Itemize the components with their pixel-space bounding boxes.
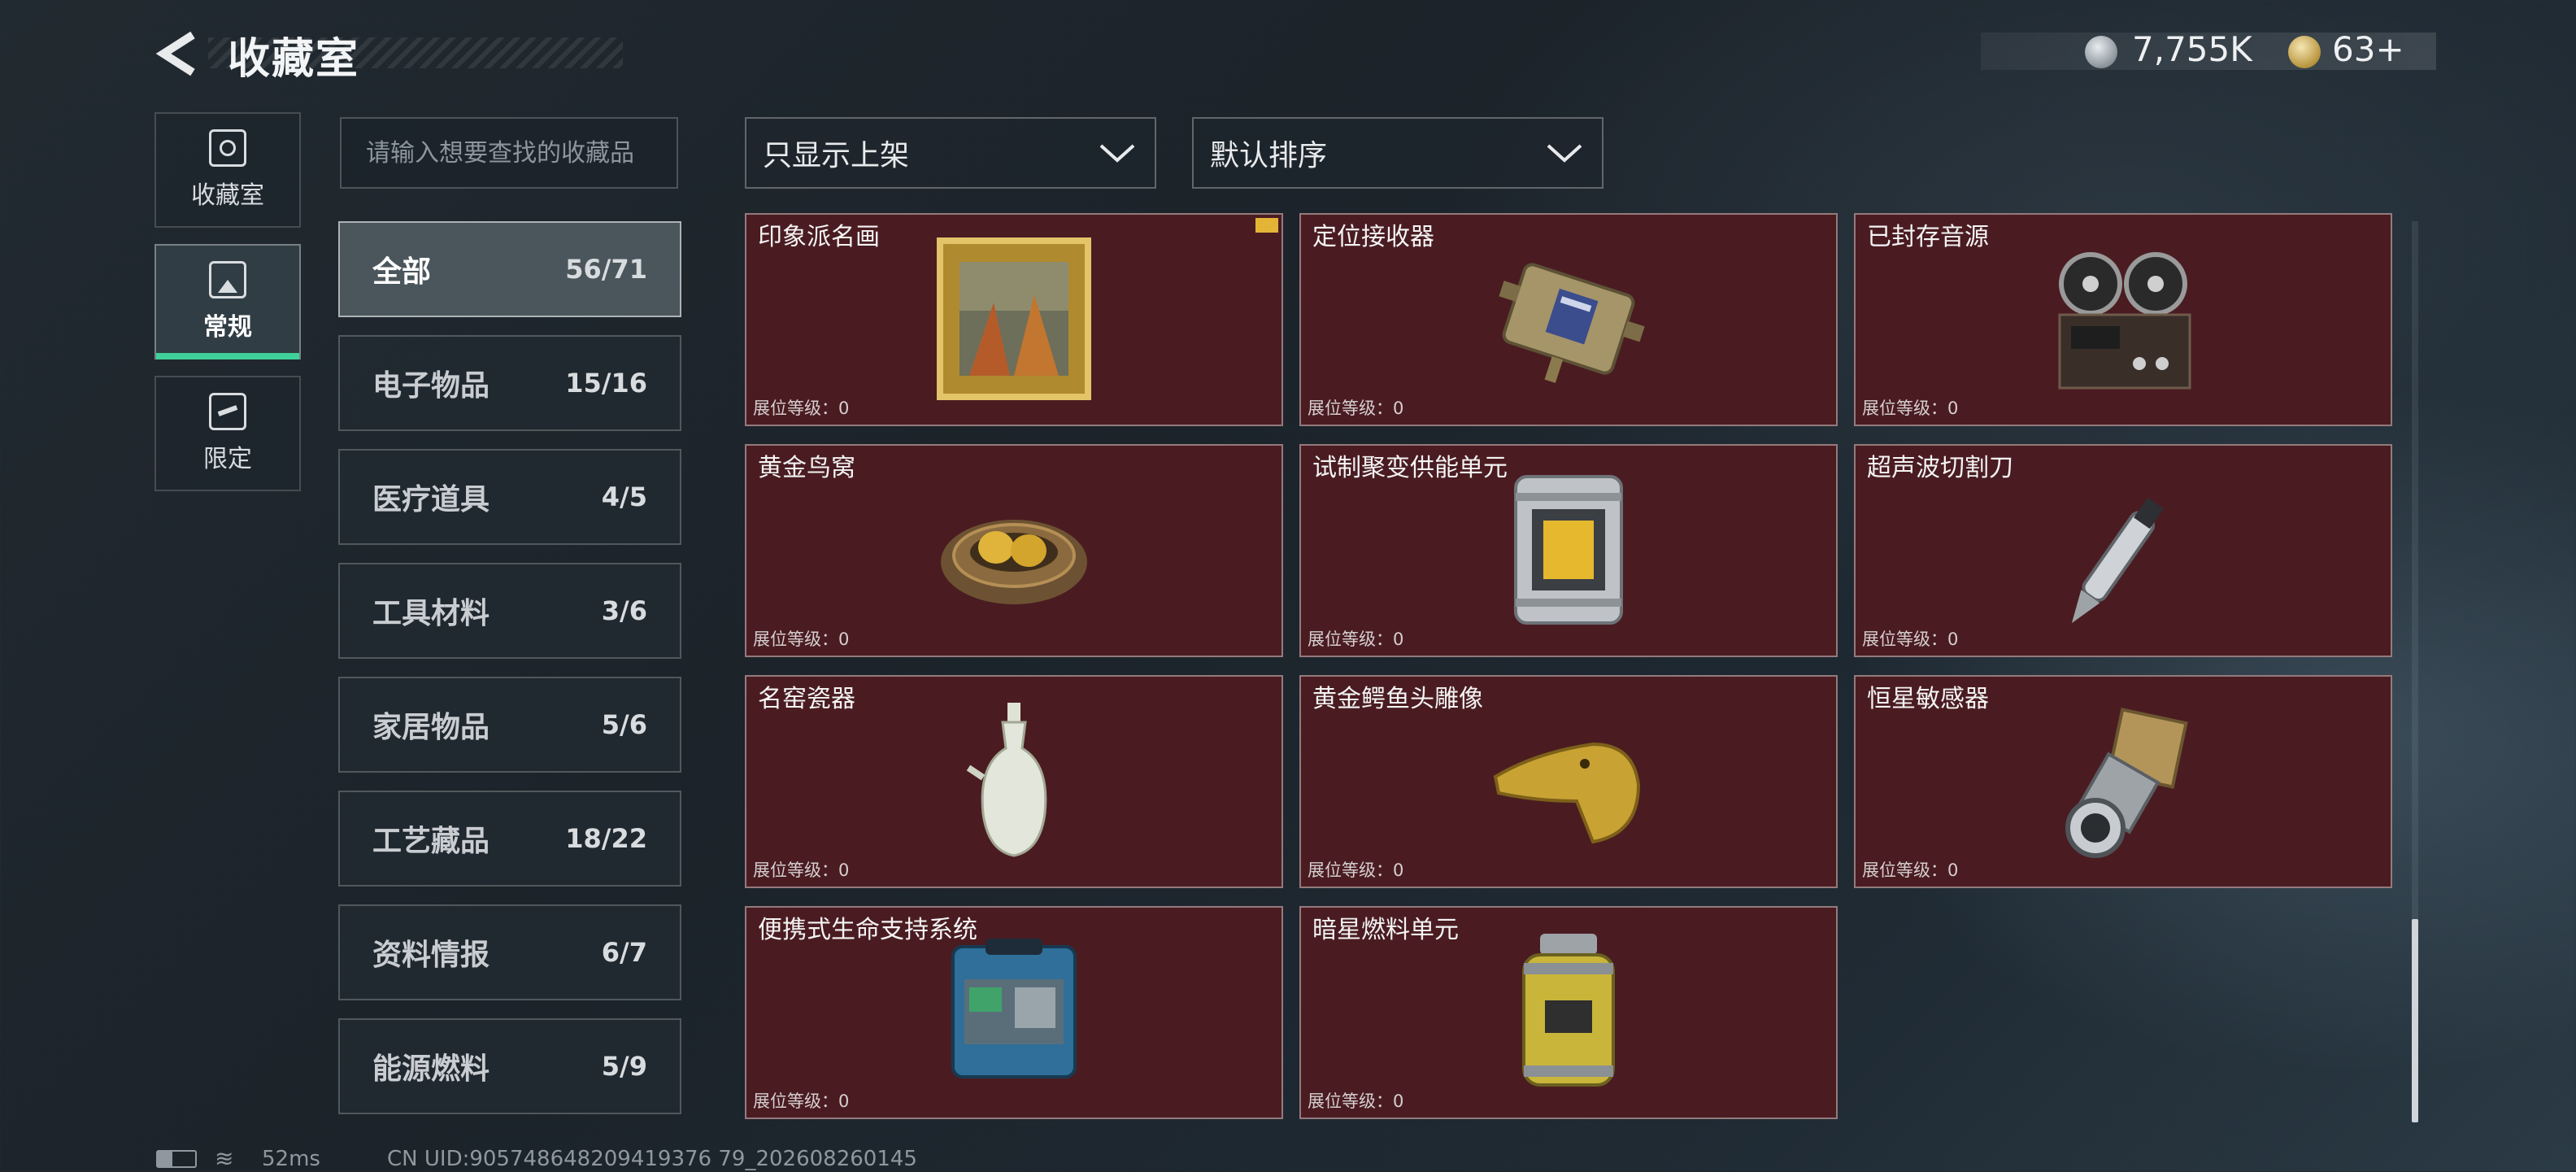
display-level-label: 展位等级：0 xyxy=(753,630,850,649)
category-fuel[interactable]: 能源燃料 5/9 xyxy=(338,1018,681,1114)
category-name: 工具材料 xyxy=(372,597,490,630)
golden-nest-icon xyxy=(925,464,1103,636)
wifi-icon: ≋ xyxy=(215,1145,234,1172)
category-intel[interactable]: 资料情报 6/7 xyxy=(338,904,681,1000)
category-name: 全部 xyxy=(372,255,432,289)
category-name: 医疗道具 xyxy=(372,483,490,516)
item-card[interactable]: 名窑瓷器 展位等级：0 xyxy=(745,675,1283,888)
item-name: 超声波切割刀 xyxy=(1867,454,2013,482)
item-card[interactable]: 试制聚变供能单元 展位等级：0 xyxy=(1299,444,1838,657)
category-electronics[interactable]: 电子物品 15/16 xyxy=(338,335,681,431)
nav-tab-label: 常规 xyxy=(203,313,252,342)
chevron-down-icon xyxy=(1099,144,1135,163)
locator-receiver-icon xyxy=(1479,233,1658,405)
category-count: 5/9 xyxy=(601,1051,647,1082)
item-card[interactable]: 暗星燃料单元 展位等级：0 xyxy=(1299,906,1838,1119)
display-level-label: 展位等级：0 xyxy=(753,860,850,880)
category-name: 资料情报 xyxy=(372,939,490,972)
display-level-label: 展位等级：0 xyxy=(1862,630,1959,649)
gold-currency-icon xyxy=(2288,36,2321,68)
category-household[interactable]: 家居物品 5/6 xyxy=(338,677,681,773)
page-title: 收藏室 xyxy=(228,35,360,84)
item-name: 黄金鳄鱼头雕像 xyxy=(1312,685,1483,713)
nav-tab-label: 收藏室 xyxy=(191,181,264,210)
item-card[interactable]: 印象派名画 展位等级：0 xyxy=(745,213,1283,426)
new-flag-icon xyxy=(1255,218,1278,233)
reel-to-reel-recorder-icon xyxy=(2034,233,2213,405)
category-medical[interactable]: 医疗道具 4/5 xyxy=(338,449,681,545)
item-card[interactable]: 已封存音源 展位等级：0 xyxy=(1854,213,2392,426)
item-name: 暗星燃料单元 xyxy=(1312,916,1459,944)
golden-crocodile-head-icon xyxy=(1479,695,1658,867)
gold-currency-amount[interactable]: 63+ xyxy=(2332,29,2404,69)
category-crafts[interactable]: 工艺藏品 18/22 xyxy=(338,791,681,887)
chevron-down-icon xyxy=(1547,144,1582,163)
collection-room-icon xyxy=(209,129,246,167)
sort-value: 默认排序 xyxy=(1210,139,1328,172)
display-level-label: 展位等级：0 xyxy=(1308,630,1404,649)
item-card[interactable]: 便携式生命支持系统 展位等级：0 xyxy=(745,906,1283,1119)
item-card[interactable]: 定位接收器 展位等级：0 xyxy=(1299,213,1838,426)
category-all[interactable]: 全部 56/71 xyxy=(338,221,681,317)
silver-currency-icon xyxy=(2085,36,2117,68)
display-level-label: 展位等级：0 xyxy=(1308,860,1404,880)
sort-dropdown[interactable]: 默认排序 xyxy=(1192,117,1603,189)
search-input[interactable] xyxy=(342,119,677,187)
item-card[interactable]: 黄金鸟窝 展位等级：0 xyxy=(745,444,1283,657)
item-name: 已封存音源 xyxy=(1867,223,1989,251)
category-name: 电子物品 xyxy=(372,369,490,403)
regular-icon xyxy=(209,261,246,298)
category-name: 能源燃料 xyxy=(372,1052,490,1086)
impressionist-painting-icon xyxy=(925,233,1103,405)
back-arrow-icon xyxy=(155,31,195,76)
category-count: 15/16 xyxy=(565,368,647,399)
darkstar-fuel-cell-icon xyxy=(1479,926,1658,1098)
display-level-label: 展位等级：0 xyxy=(1308,1091,1404,1111)
display-level-label: 展位等级：0 xyxy=(753,1091,850,1111)
category-count: 6/7 xyxy=(601,937,647,968)
search-box[interactable] xyxy=(340,117,678,189)
item-name: 黄金鸟窝 xyxy=(758,454,855,482)
active-tab-indicator xyxy=(156,353,299,359)
item-name: 印象派名画 xyxy=(758,223,880,251)
listing-filter-dropdown[interactable]: 只显示上架 xyxy=(745,117,1156,189)
silver-currency-amount: 7,755K xyxy=(2132,29,2252,69)
item-name: 名窑瓷器 xyxy=(758,685,855,713)
category-count: 3/6 xyxy=(601,595,647,626)
category-count: 18/22 xyxy=(565,823,647,854)
nav-tab-label: 限定 xyxy=(203,445,252,473)
back-button[interactable] xyxy=(151,28,203,80)
fusion-power-unit-icon xyxy=(1479,464,1658,636)
item-name: 定位接收器 xyxy=(1312,223,1434,251)
display-level-label: 展位等级：0 xyxy=(1862,860,1959,880)
category-count: 4/5 xyxy=(601,481,647,512)
scrollbar-thumb[interactable] xyxy=(2412,919,2418,1122)
porcelain-vase-icon xyxy=(925,695,1103,867)
item-card[interactable]: 黄金鳄鱼头雕像 展位等级：0 xyxy=(1299,675,1838,888)
uid-text: CN UID:905748648209419376 79_20260826014… xyxy=(387,1147,917,1171)
category-name: 家居物品 xyxy=(372,711,490,744)
ultrasonic-cutter-icon xyxy=(2034,464,2213,636)
category-count: 56/71 xyxy=(565,254,647,285)
display-level-label: 展位等级：0 xyxy=(753,399,850,418)
item-card[interactable]: 超声波切割刀 展位等级：0 xyxy=(1854,444,2392,657)
listing-filter-value: 只显示上架 xyxy=(763,139,910,172)
display-level-label: 展位等级：0 xyxy=(1308,399,1404,418)
category-name: 工艺藏品 xyxy=(372,825,490,858)
item-card[interactable]: 恒星敏感器 展位等级：0 xyxy=(1854,675,2392,888)
nav-tab-collection-room[interactable]: 收藏室 xyxy=(154,112,301,228)
nav-tab-limited[interactable]: 限定 xyxy=(154,376,301,491)
nav-tab-regular[interactable]: 常规 xyxy=(154,244,301,359)
item-name: 试制聚变供能单元 xyxy=(1312,454,1508,482)
item-name: 恒星敏感器 xyxy=(1867,685,1989,713)
limited-icon xyxy=(209,393,246,430)
category-count: 5/6 xyxy=(601,709,647,740)
ping-text: 52ms xyxy=(262,1147,320,1171)
battery-icon xyxy=(156,1150,197,1168)
star-sensor-icon xyxy=(2034,695,2213,867)
portable-life-support-icon xyxy=(925,926,1103,1098)
display-level-label: 展位等级：0 xyxy=(1862,399,1959,418)
category-tools[interactable]: 工具材料 3/6 xyxy=(338,563,681,659)
